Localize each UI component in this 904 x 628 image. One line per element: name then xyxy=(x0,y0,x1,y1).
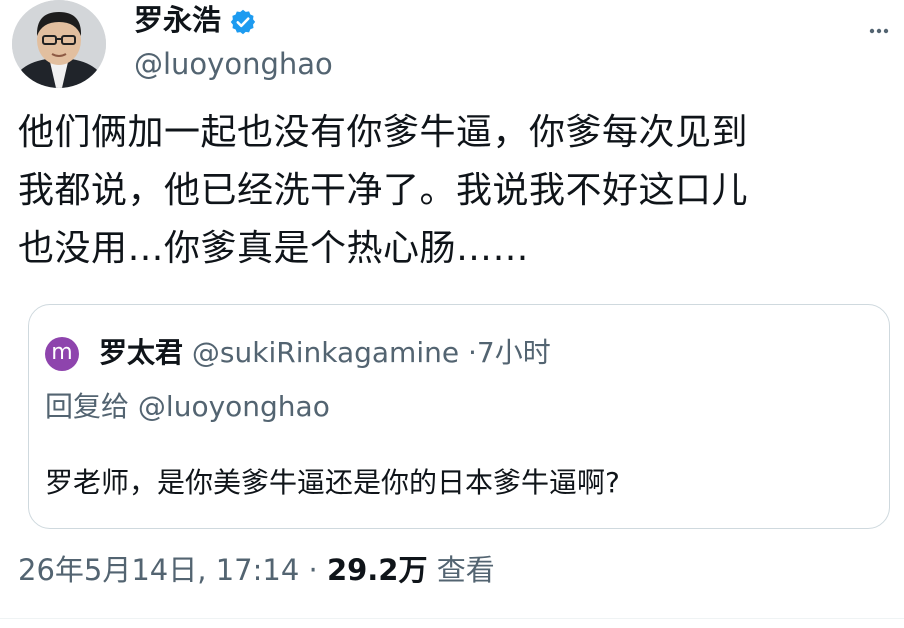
quote-author-name[interactable]: 罗太君 xyxy=(99,336,183,369)
quote-text: 罗老师，是你美爹牛逼还是你的日本爹牛逼啊? xyxy=(45,466,620,499)
quote-avatar-letter: m xyxy=(51,340,73,365)
more-options-button[interactable] xyxy=(864,16,894,46)
verified-badge-icon xyxy=(229,6,257,35)
quote-reply-line: 回复给 @luoyonghao xyxy=(45,385,330,429)
views-count: 29.2万 xyxy=(326,553,428,587)
author-avatar[interactable] xyxy=(12,0,106,88)
meta-separator: · xyxy=(308,553,318,587)
more-dots-icon xyxy=(869,28,889,34)
author-handle[interactable]: @luoyonghao xyxy=(134,44,333,84)
quote-author-handle[interactable]: @sukiRinkagamine xyxy=(192,336,459,369)
quote-header: 罗太君 @sukiRinkagamine ·7小时 xyxy=(99,331,551,375)
quote-reply-to[interactable]: @luoyonghao xyxy=(138,390,330,423)
tweet-date[interactable]: 26年5月14日 xyxy=(18,553,197,587)
author-name[interactable]: 罗永浩 xyxy=(134,0,221,40)
tweet-time[interactable]: 17:14 xyxy=(216,553,300,587)
date-time-comma: , xyxy=(197,553,216,587)
divider xyxy=(0,618,904,619)
quote-time[interactable]: 7小时 xyxy=(477,336,551,369)
views-label: 查看 xyxy=(436,553,495,587)
tweet-meta: 26年5月14日, 17:14 · 29.2万 查看 xyxy=(18,548,495,592)
quote-reply-prefix: 回复给 xyxy=(45,390,130,423)
tweet-text: 他们俩加一起也没有你爹牛逼，你爹每次见到 我都说，他已经洗干净了。我说我不好这口… xyxy=(18,112,749,269)
quote-separator: · xyxy=(467,336,477,369)
person-photo-icon xyxy=(12,0,106,88)
quote-tweet-card[interactable]: m 罗太君 @sukiRinkagamine ·7小时 回复给 @luoyong… xyxy=(28,304,890,529)
author-name-row: 罗永浩 xyxy=(134,0,257,40)
quote-avatar[interactable]: m xyxy=(45,337,79,371)
